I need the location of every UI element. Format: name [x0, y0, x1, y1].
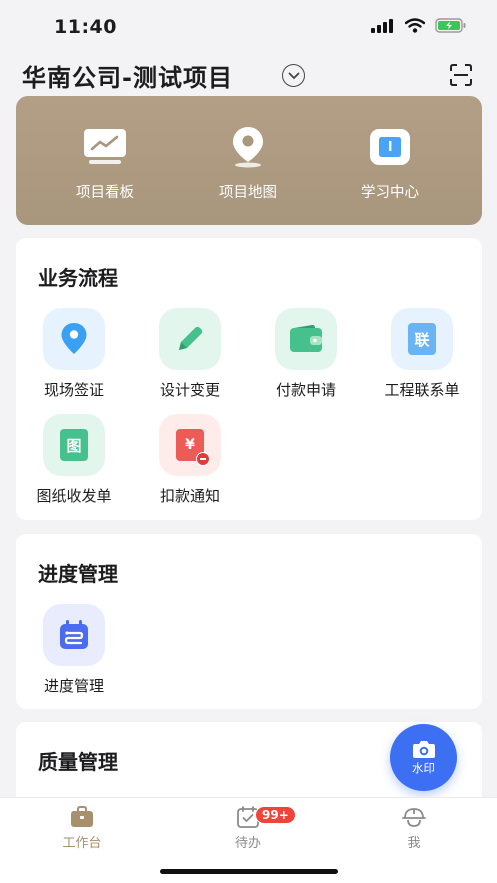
- section-title: 进度管理: [38, 562, 118, 586]
- grid-item-drawing-dispatch[interactable]: 图 图纸收发单: [16, 414, 132, 506]
- grid-item-deduction-notice[interactable]: ¥ 扣款通知: [132, 414, 248, 506]
- battery-charging-icon: [435, 18, 466, 33]
- location-pin-icon: [61, 323, 87, 354]
- drawing-doc-icon: 图: [60, 429, 88, 461]
- home-indicator: [160, 869, 338, 874]
- status-time: 11:40: [54, 16, 117, 38]
- tab-workbench[interactable]: 工作台: [37, 806, 127, 851]
- quick-access-banner: 项目看板 项目地图 学习中心: [16, 96, 482, 225]
- tab-me[interactable]: 我: [369, 806, 459, 851]
- tab-label: 我: [407, 836, 421, 851]
- pencil-icon: [179, 326, 203, 350]
- project-title[interactable]: 华南公司-测试项目: [22, 58, 233, 93]
- section-title: 质量管理: [38, 750, 118, 774]
- banner-item-project-board[interactable]: 项目看板: [45, 126, 165, 202]
- chevron-down-icon[interactable]: [282, 64, 305, 87]
- tile-label: 进度管理: [43, 677, 104, 695]
- tab-label: 工作台: [62, 836, 102, 851]
- header: 华南公司-测试项目: [0, 52, 497, 96]
- tile-label: 设计变更: [159, 381, 220, 399]
- cellular-signal-icon: [371, 18, 393, 33]
- grid-item-payment-request[interactable]: 付款申请: [248, 308, 364, 400]
- contact-sheet-icon: 联: [408, 323, 436, 355]
- tile-label: 付款申请: [275, 381, 336, 399]
- status-bar: 11:40: [0, 0, 497, 52]
- business-process-card: 业务流程 现场签证 设计变更 付款申请 联 工程联系单 图 图纸收发单 ¥ 扣款…: [16, 238, 482, 520]
- tile-label: 现场签证: [43, 381, 104, 399]
- banner-item-project-map[interactable]: 项目地图: [188, 126, 308, 202]
- chart-board-icon: [84, 129, 126, 164]
- progress-management-card: 进度管理 进度管理: [16, 534, 482, 709]
- grid-item-design-change[interactable]: 设计变更: [132, 308, 248, 400]
- calendar-progress-icon: [60, 620, 88, 649]
- scan-icon[interactable]: [450, 64, 472, 86]
- grid-item-site-visa[interactable]: 现场签证: [16, 308, 132, 400]
- fab-label: 水印: [412, 761, 435, 775]
- tile-label: 图纸收发单: [36, 487, 112, 505]
- tab-todo[interactable]: 待办 99+: [203, 806, 296, 851]
- helmet-icon: [402, 808, 426, 827]
- status-indicators: [371, 18, 467, 33]
- briefcase-icon: [71, 806, 93, 827]
- grid-item-progress-management[interactable]: 进度管理: [16, 604, 132, 696]
- map-pin-icon: [233, 127, 263, 168]
- tile-label: 工程联系单: [384, 381, 460, 399]
- banner-label: 项目看板: [76, 185, 134, 201]
- wallet-icon: [290, 324, 322, 352]
- deduction-doc-icon: ¥: [176, 429, 210, 466]
- book-icon: [370, 129, 410, 165]
- camera-icon: [412, 741, 435, 758]
- banner-label: 项目地图: [219, 185, 277, 201]
- wifi-icon: [405, 18, 425, 33]
- banner-label: 学习中心: [361, 185, 419, 201]
- minus-badge-icon: [196, 452, 210, 466]
- tab-label: 待办: [234, 836, 261, 851]
- section-title: 业务流程: [38, 266, 118, 290]
- tile-label: 扣款通知: [159, 487, 220, 505]
- todo-count-badge: 99+: [255, 806, 296, 824]
- banner-item-learning-center[interactable]: 学习中心: [330, 126, 450, 202]
- grid-item-engineering-contact[interactable]: 联 工程联系单: [364, 308, 480, 400]
- watermark-camera-button[interactable]: 水印: [390, 724, 457, 791]
